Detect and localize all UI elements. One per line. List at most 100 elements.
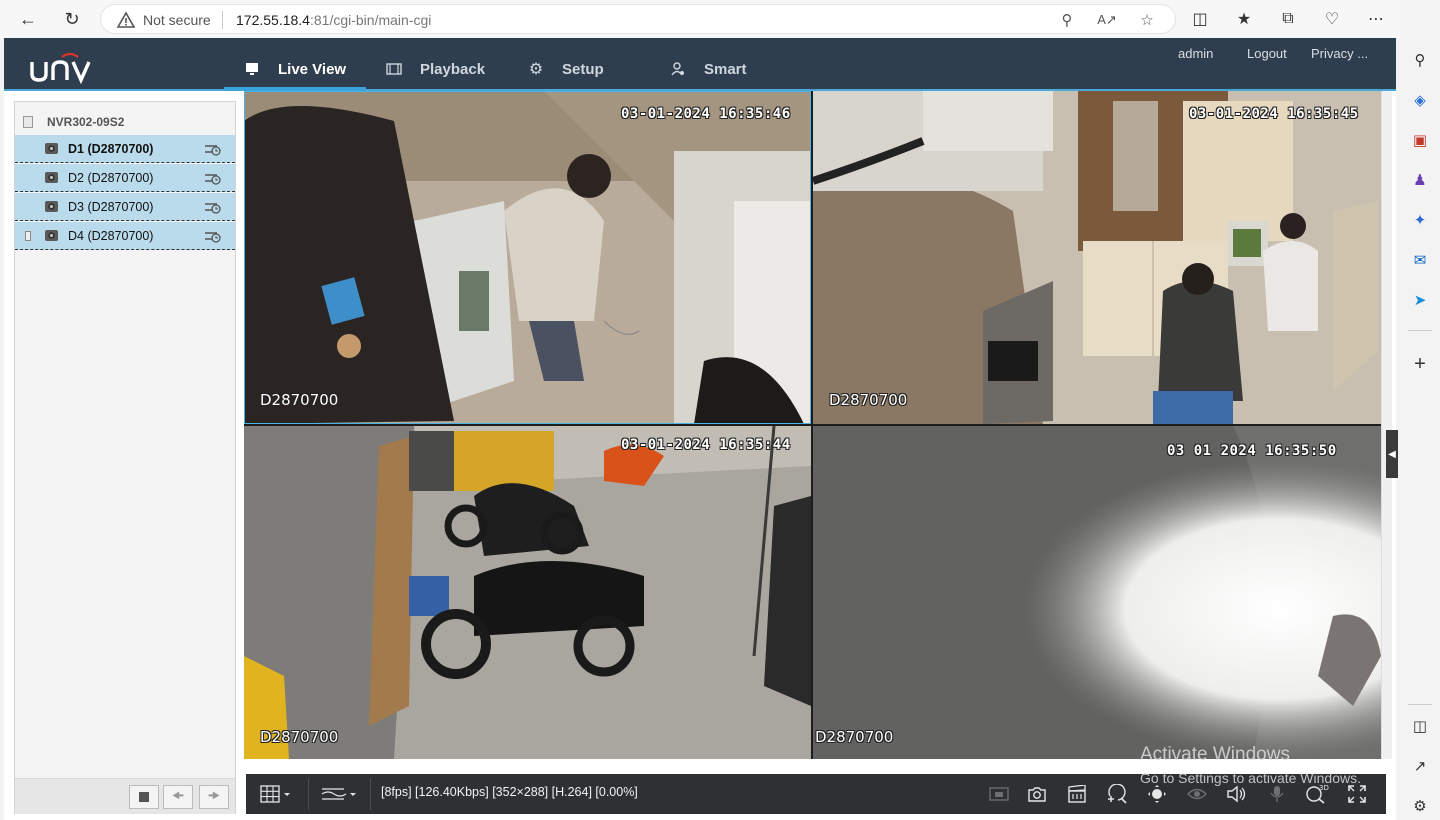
open-external-icon[interactable]: ↗ [1408,754,1432,778]
nvr-node[interactable]: NVR302-09S2 [15,110,235,134]
tab-smart[interactable]: Smart [670,58,747,80]
tab-label: Playback [420,60,486,78]
screen-layout-button[interactable] [256,780,296,808]
stream-type-icon [321,788,356,800]
digital-zoom-disabled-button[interactable] [986,780,1012,808]
back-icon[interactable]: ← [14,5,42,33]
camera-snapshot-icon [1028,787,1046,802]
logout-link[interactable]: Logout [1247,46,1287,61]
camera-feed-image [813,91,1381,424]
nvr-name: NVR302-09S2 [47,115,125,129]
shopping-tag-icon[interactable]: ◈ [1408,88,1432,112]
osd-camera-name: D2870700 [260,728,339,746]
warning-icon [117,11,135,28]
video-window-4[interactable]: 03 01 2024 16:35:50 D2870700 [813,426,1381,759]
record-schedule-icon[interactable] [203,228,221,244]
expand-marker-icon [25,231,31,241]
osd-camera-name: D2870700 [815,728,894,746]
collapse-panel-button[interactable]: ◀ [1386,430,1398,478]
windows-activation-subtitle: Go to Settings to activate Windows. [1140,770,1361,786]
osd-timestamp: 03 01 2024 16:35:50 [1167,443,1337,459]
tools-briefcase-icon[interactable]: ▣ [1408,128,1432,152]
zoom-in-button[interactable] [1104,780,1130,808]
user-name-link[interactable]: admin [1178,46,1213,61]
divider [222,11,223,29]
games-icon[interactable]: ♟ [1408,168,1432,192]
camera-icon [45,201,58,212]
tab-setup[interactable]: ⚙ Setup [528,58,604,80]
camera-icon [45,230,58,241]
pip-icon [989,787,1009,801]
send-icon[interactable]: ➤ [1408,288,1432,312]
url-host: 172.55.18.4 [236,12,310,28]
copilot-app-icon[interactable]: ✦ [1408,208,1432,232]
divider [1408,704,1432,705]
monitor-icon [244,61,260,77]
camera-feed-image [244,91,811,424]
divider [308,778,309,810]
browser-toolbar: ← ↻ Not secure 172.55.18.4:81/cgi-bin/ma… [0,0,1440,38]
split-screen-icon[interactable]: ◫ [1187,6,1213,32]
arrow-left-icon: 🠜 [171,787,185,803]
collections-icon[interactable]: ⧉ [1275,6,1301,32]
url-path: /cgi-bin/main-cgi [329,12,432,28]
privacy-link[interactable]: Privacy ... [1311,46,1368,61]
settings-gear-icon[interactable]: ⚙ [1408,794,1432,818]
channel-item-d4[interactable]: D4 (D2870700) [15,222,235,250]
search-icon[interactable]: ⚲ [1408,48,1432,72]
osd-camera-name: D2870700 [829,391,908,409]
more-options-icon[interactable]: ⋯ [1363,6,1389,32]
stream-type-button[interactable] [318,780,360,808]
video-window-2[interactable]: 03-01-2024 16:35:45 D2870700 [813,91,1381,424]
osd-timestamp: 03-01-2024 16:35:45 [1189,106,1359,122]
favorites-icon[interactable]: ★ [1231,6,1257,32]
ptz-direction-icon [1148,785,1166,803]
local-record-button[interactable] [1064,780,1090,808]
read-aloud-icon[interactable]: A↗ [1097,10,1117,30]
url-port: :81 [309,12,330,28]
video-window-1[interactable]: 03-01-2024 16:35:46 D2870700 [244,91,811,424]
windows-activation-title: Activate Windows [1140,744,1290,765]
nvr-web-app: Live View Playback ⚙ Setup Smart admin L… [4,38,1398,820]
channel-label: D3 (D2870700) [68,200,154,214]
security-label: Not secure [143,12,211,28]
divider [1408,330,1432,331]
app-header: Live View Playback ⚙ Setup Smart admin L… [4,38,1396,91]
key-icon[interactable]: ⚲ [1057,10,1077,30]
snapshot-button[interactable] [1024,780,1050,808]
edge-sidebar: ⚲ ◈ ▣ ♟ ✦ ✉ ➤ + ◫ ↗ ⚙ [1400,0,1440,820]
previous-page-button[interactable]: 🠜 [163,785,193,809]
nvr-icon [23,116,33,128]
address-bar[interactable]: Not secure 172.55.18.4:81/cgi-bin/main-c… [100,4,1176,34]
favorite-star-icon[interactable]: ☆ [1137,10,1157,30]
url-text[interactable]: 172.55.18.4:81/cgi-bin/main-cgi [236,12,431,28]
browser-essentials-icon[interactable]: ♡ [1319,6,1345,32]
video-window-3[interactable]: 03-01-2024 16:35:44 D2870700 [244,426,811,759]
channel-item-d3[interactable]: D3 (D2870700) [15,193,235,221]
arrow-right-icon: 🠞 [207,787,221,803]
refresh-icon[interactable]: ↻ [58,5,86,33]
outlook-icon[interactable]: ✉ [1408,248,1432,272]
sidebar-toggle-icon[interactable]: ◫ [1408,714,1432,738]
stream-info-text: [8fps] [126.40Kbps] [352×288] [H.264] [0… [381,785,638,799]
fullscreen-icon [1348,785,1366,803]
channel-item-d2[interactable]: D2 (D2870700) [15,164,235,192]
next-page-button[interactable]: 🠞 [199,785,229,809]
stop-icon [139,792,149,802]
osd-camera-name: D2870700 [260,391,339,409]
microphone-icon [1270,786,1284,802]
record-schedule-icon[interactable] [203,141,221,157]
channel-label: D1 (D2870700) [68,142,154,156]
tab-label: Live View [278,60,347,78]
channel-label: D4 (D2870700) [68,229,154,243]
grid-layout-icon [260,785,290,803]
record-schedule-icon[interactable] [203,199,221,215]
stop-all-button[interactable] [129,785,159,809]
record-schedule-icon[interactable] [203,170,221,186]
tab-live-view[interactable]: Live View [244,58,346,80]
film-icon [386,61,402,77]
channel-item-d1[interactable]: D1 (D2870700) [15,135,235,163]
tab-playback[interactable]: Playback [386,58,485,80]
3d-zoom-icon: 3D [1306,784,1329,804]
add-icon[interactable]: + [1408,352,1432,376]
